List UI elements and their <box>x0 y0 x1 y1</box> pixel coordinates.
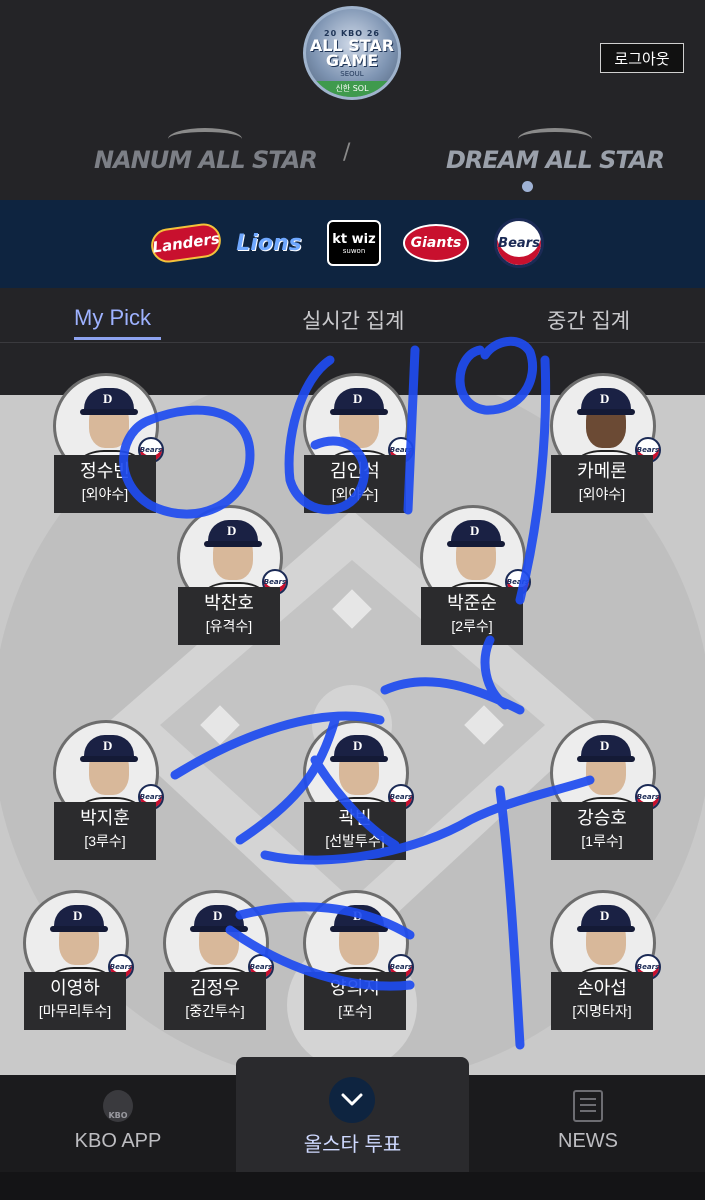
player-position: [유격수] <box>205 618 253 634</box>
player-label: 정수빈 [외야수] <box>54 455 156 513</box>
player-name: 박준순 <box>447 593 497 613</box>
league-tab-dream[interactable]: DREAM ALL STAR <box>446 128 665 188</box>
player-card[interactable]: Bears 김인석[외야수] <box>298 373 418 533</box>
active-league-indicator <box>522 181 533 192</box>
kbo-app-icon: KBO <box>103 1090 133 1122</box>
player-card[interactable]: Bears 박지훈[3루수] <box>48 720 168 880</box>
player-card[interactable]: Bears 곽빈[선발투수] <box>298 720 418 880</box>
team-logo-subtext: suwon <box>342 246 366 255</box>
player-label: 곽빈 [선발투수] <box>304 802 406 860</box>
player-name: 손아섭 <box>577 978 627 998</box>
player-card[interactable]: Bears 박준순[2루수] <box>415 505 535 665</box>
allstar-game-logo: 20 KBO 26 ALL STAR GAME SEOUL 신한 SOL <box>303 6 401 100</box>
player-label: 양의지 [포수] <box>304 972 406 1030</box>
player-card[interactable]: Bears 손아섭[지명타자] <box>545 890 665 1050</box>
player-position: [1루수] <box>581 833 623 849</box>
player-label: 김정우 [중간투수] <box>164 972 266 1030</box>
player-name: 양의지 <box>330 978 380 998</box>
player-name: 카메론 <box>577 461 627 481</box>
player-card[interactable]: Bears 카메론[외야수] <box>545 373 665 533</box>
league-tab-label: DREAM ALL STAR <box>446 146 665 174</box>
player-position: [외야수] <box>81 486 129 502</box>
player-position: [외야수] <box>578 486 626 502</box>
chevron-down-icon[interactable] <box>329 1077 375 1123</box>
player-position: [3루수] <box>84 833 126 849</box>
player-name: 이영하 <box>50 978 100 998</box>
team-logo-bears[interactable]: Bears <box>490 217 548 269</box>
team-logo-text: Bears <box>498 235 540 251</box>
active-tab-underline <box>74 337 161 340</box>
league-tab-nanum[interactable]: NANUM ALL STAR <box>94 128 318 188</box>
player-position: [2루수] <box>451 618 493 634</box>
player-label: 박지훈 [3루수] <box>54 802 156 860</box>
player-card[interactable]: Bears 박찬호[유격수] <box>172 505 292 665</box>
team-logo-text: kt wiz <box>332 231 376 247</box>
player-name: 김정우 <box>190 978 240 998</box>
player-label: 손아섭 [지명타자] <box>551 972 653 1030</box>
nav-label: NEWS <box>558 1130 618 1152</box>
player-name: 김인석 <box>330 461 380 481</box>
player-label: 카메론 [외야수] <box>551 455 653 513</box>
tab-realtime-count[interactable]: 실시간 집계 <box>302 305 404 335</box>
home-indicator-bar <box>0 1172 705 1200</box>
logo-main-text: ALL STAR GAME <box>309 35 395 70</box>
team-logo-ktwiz[interactable]: kt wiz suwon <box>322 217 386 269</box>
player-label: 박찬호 [유격수] <box>178 587 280 645</box>
team-logo-text: Giants <box>410 235 462 251</box>
nav-news[interactable]: NEWS <box>508 1090 668 1170</box>
player-name: 정수빈 <box>80 461 130 481</box>
player-label: 박준순 [2루수] <box>421 587 523 645</box>
player-position: [지명타자] <box>572 1003 632 1019</box>
nav-label: KBO APP <box>74 1130 162 1152</box>
tab-my-pick[interactable]: My Pick <box>74 305 151 331</box>
player-card[interactable]: Bears 정수빈[외야수] <box>48 373 168 533</box>
player-position: [외야수] <box>331 486 379 502</box>
team-logo-text: Lions <box>236 230 302 256</box>
player-card[interactable]: Bears 양의지[포수] <box>298 890 418 1050</box>
league-tab-label: NANUM ALL STAR <box>94 146 318 174</box>
kbo-icon-text: KBO <box>108 1111 128 1120</box>
nav-label: 올스타 투표 <box>303 1134 402 1156</box>
player-card[interactable]: Bears 강승호[1루수] <box>545 720 665 880</box>
player-label: 김인석 [외야수] <box>304 455 406 513</box>
player-position: [선발투수] <box>325 833 385 849</box>
player-position: [중간투수] <box>185 1003 245 1019</box>
logout-button[interactable]: 로그아웃 <box>600 43 684 73</box>
news-icon <box>573 1090 603 1122</box>
nav-kbo-app[interactable]: KBO KBO APP <box>38 1090 198 1170</box>
player-name: 박지훈 <box>80 808 130 828</box>
logo-city-text: SEOUL <box>340 69 364 78</box>
player-label: 이영하 [마무리투수] <box>24 972 126 1030</box>
player-name: 박찬호 <box>204 593 254 613</box>
league-separator: / <box>343 140 351 165</box>
player-name: 강승호 <box>577 808 627 828</box>
team-logo-text: Landers <box>151 229 221 257</box>
team-logo-landers[interactable]: Landers <box>148 217 224 269</box>
player-position: [마무리투수] <box>38 1003 112 1019</box>
player-position: [포수] <box>338 1003 372 1019</box>
player-card[interactable]: Bears 이영하[마무리투수] <box>18 890 138 1050</box>
logo-sponsor-text: 신한 SOL <box>306 81 398 97</box>
player-label: 강승호 [1루수] <box>551 802 653 860</box>
player-name: 곽빈 <box>338 808 372 828</box>
tab-interim-count[interactable]: 중간 집계 <box>547 305 630 335</box>
team-logo-giants[interactable]: Giants <box>400 217 472 269</box>
player-card[interactable]: Bears 김정우[중간투수] <box>158 890 278 1050</box>
team-logo-lions[interactable]: Lions <box>236 217 302 269</box>
